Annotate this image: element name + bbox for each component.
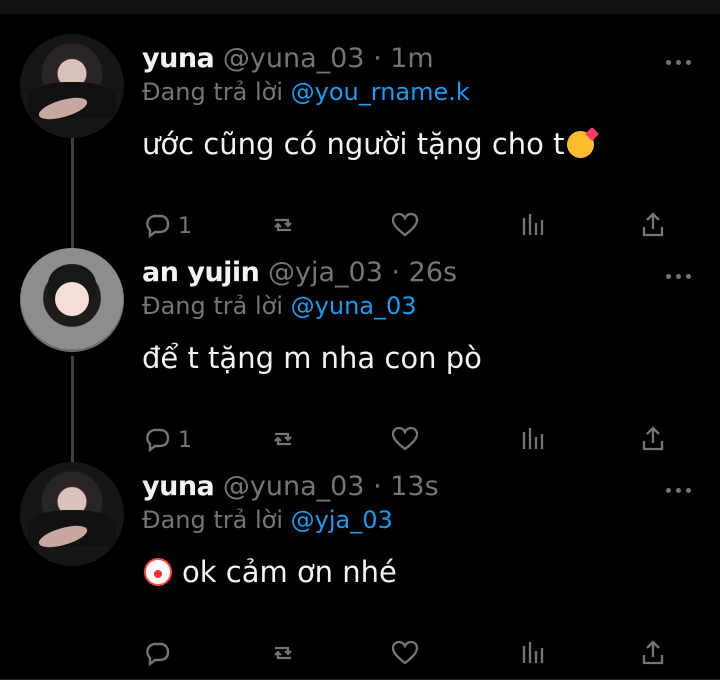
- avatar[interactable]: [20, 248, 124, 352]
- display-name[interactable]: an yujin: [142, 257, 260, 288]
- username[interactable]: @yuna_03: [223, 471, 365, 502]
- time-separator: ·: [373, 43, 382, 74]
- tweet-actions: [142, 638, 702, 672]
- bar-chart-icon: [522, 428, 544, 449]
- retweet-icon: [274, 432, 292, 446]
- tweet[interactable]: yuna @yuna_03 · 1m Đang trả lời @you_rna…: [0, 34, 720, 248]
- display-name[interactable]: yuna: [142, 43, 215, 74]
- retweet-icon: [274, 646, 292, 660]
- share-button[interactable]: [638, 638, 668, 672]
- reply-button[interactable]: [142, 638, 178, 672]
- tweet-actions: 1: [142, 210, 702, 244]
- timestamp[interactable]: 26s: [409, 257, 457, 288]
- reply-mention-link[interactable]: @you_rname.k: [291, 78, 470, 106]
- reply-count: 1: [178, 428, 192, 453]
- tweet-header: yuna @yuna_03 · 13s: [142, 470, 662, 504]
- retweet-button[interactable]: [268, 638, 298, 672]
- tweet-header: yuna @yuna_03 · 1m: [142, 42, 662, 76]
- reply-prefix: Đang trả lời: [142, 292, 284, 320]
- share-icon: [642, 640, 664, 665]
- reply-button[interactable]: 1: [142, 424, 192, 458]
- views-button[interactable]: [516, 638, 546, 672]
- retweet-icon: [274, 218, 292, 232]
- views-button[interactable]: [516, 424, 546, 458]
- username[interactable]: @yja_03: [268, 257, 383, 288]
- bar-chart-icon: [522, 214, 544, 235]
- share-button[interactable]: [638, 424, 668, 458]
- reply-prefix: Đang trả lời: [142, 78, 284, 106]
- tweet-text-content: ước cũng có người tặng cho t: [142, 127, 565, 161]
- tweet-actions: 1: [142, 424, 702, 458]
- time-separator: ·: [391, 257, 401, 288]
- more-options-icon[interactable]: [664, 52, 694, 74]
- reply-mention-link[interactable]: @yuna_03: [291, 292, 417, 320]
- avatar[interactable]: [20, 34, 124, 138]
- tweet-text-content: ok cảm ơn nhé: [182, 555, 397, 589]
- clown-face-icon: [144, 558, 172, 586]
- views-button[interactable]: [516, 210, 546, 244]
- share-icon: [642, 212, 664, 237]
- replying-to: Đang trả lời @you_rname.k: [142, 76, 602, 108]
- timestamp[interactable]: 13s: [390, 471, 438, 502]
- heart-icon: [391, 212, 419, 237]
- like-button[interactable]: [390, 424, 420, 458]
- tweet-text: ok cảm ơn nhé: [142, 553, 662, 591]
- tweet-text: ước cũng có người tặng cho t: [142, 125, 662, 163]
- tweet[interactable]: yuna @yuna_03 · 13s Đang trả lời @yja_03…: [0, 462, 720, 676]
- like-button[interactable]: [390, 638, 420, 672]
- tweet-text: để t tặng m nha con pò: [142, 341, 482, 375]
- time-separator: ·: [373, 471, 382, 502]
- display-name[interactable]: yuna: [142, 471, 215, 502]
- retweet-button[interactable]: [268, 210, 298, 244]
- reply-prefix: Đang trả lời: [142, 506, 284, 534]
- heart-icon: [391, 426, 419, 451]
- reply-mention-link[interactable]: @yja_03: [291, 506, 393, 534]
- username[interactable]: @yuna_03: [223, 43, 365, 74]
- reply-icon: [146, 428, 170, 453]
- reply-button[interactable]: 1: [142, 210, 192, 244]
- share-icon: [642, 426, 664, 451]
- share-button[interactable]: [638, 210, 668, 244]
- avatar[interactable]: [20, 462, 124, 566]
- replying-to: Đang trả lời @yja_03: [142, 504, 602, 536]
- bar-chart-icon: [522, 642, 544, 663]
- reply-count: 1: [178, 214, 192, 239]
- heart-icon: [391, 640, 419, 665]
- replying-to: Đang trả lời @yuna_03: [142, 290, 602, 322]
- timestamp[interactable]: 1m: [390, 43, 433, 74]
- tweet-header: an yujin @yja_03 · 26s: [142, 256, 662, 290]
- more-options-icon[interactable]: [664, 480, 694, 502]
- reply-icon: [146, 642, 170, 667]
- reply-icon: [146, 214, 170, 239]
- like-button[interactable]: [390, 210, 420, 244]
- smiling-face-with-hearts-icon: [566, 131, 594, 158]
- more-options-icon[interactable]: [664, 266, 694, 288]
- tweet[interactable]: an yujin @yja_03 · 26s Đang trả lời @yun…: [0, 248, 720, 462]
- retweet-button[interactable]: [268, 424, 298, 458]
